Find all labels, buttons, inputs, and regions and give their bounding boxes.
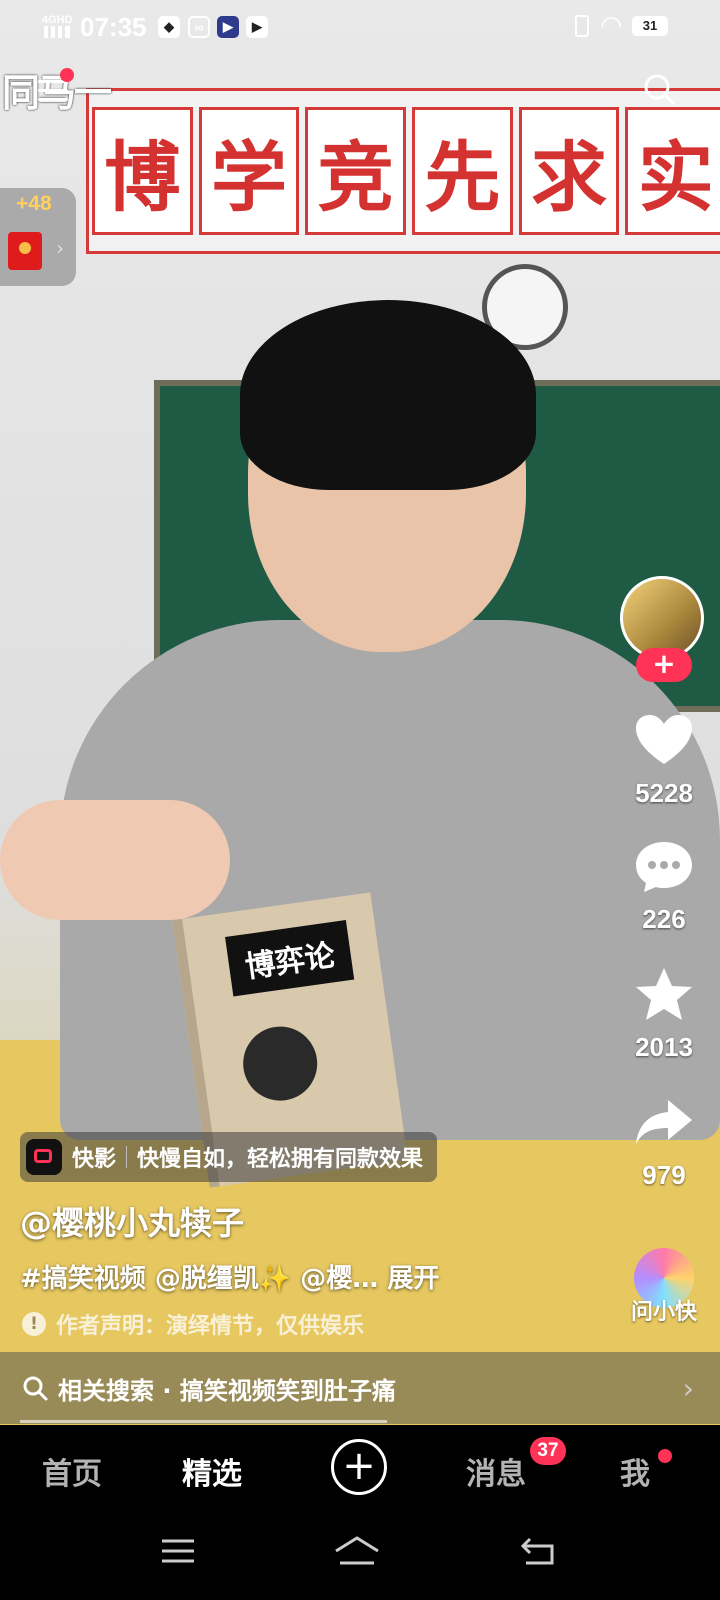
tab-messages[interactable]: 消息 xyxy=(466,1449,526,1493)
banner-char: 实 xyxy=(625,107,720,235)
recent-apps-icon[interactable] xyxy=(158,1533,198,1569)
banner-char: 先 xyxy=(412,107,513,235)
heart-icon xyxy=(636,715,692,764)
share-button[interactable]: 979 xyxy=(612,1094,716,1191)
assistant-label: 问小快 xyxy=(630,1300,697,1325)
wifi-icon: ◠ xyxy=(600,10,623,40)
author-name[interactable]: @樱桃小丸犊子 xyxy=(20,1198,244,1244)
menu-notification-dot xyxy=(60,68,74,82)
info-icon: ! xyxy=(22,1312,46,1336)
back-icon[interactable] xyxy=(518,1533,558,1569)
tab-me[interactable]: 我 xyxy=(620,1449,650,1493)
link-app-icon: ∞ xyxy=(188,16,210,38)
ai-assistant-button[interactable]: 问小快 xyxy=(614,1248,714,1326)
favorite-count: 2013 xyxy=(635,1032,693,1062)
comment-count: 226 xyxy=(642,904,686,934)
promo-app-name: 快影 xyxy=(72,1147,117,1172)
search-icon xyxy=(23,1376,48,1401)
play-app-icon: ▶ xyxy=(246,16,268,38)
me-notification-dot xyxy=(658,1449,672,1463)
post-caption[interactable]: #搞笑视频 @脱缰凯✨ @樱… 展开 xyxy=(20,1258,439,1295)
chevron-right-icon: › xyxy=(56,236,64,260)
signal-icon xyxy=(44,26,70,38)
banner-char: 学 xyxy=(198,107,300,235)
book-title: 博弈论 xyxy=(225,920,355,997)
classroom-banner: 博 学 竞 先 求 实 xyxy=(86,88,720,254)
like-button[interactable]: 5228 xyxy=(612,712,716,809)
comment-icon xyxy=(636,842,692,892)
related-search-text: 相关搜索 · 搞笑视频笑到肚子痛 xyxy=(58,1376,396,1405)
bottom-tab-bar: 首页 精选 + 消息 37 我 xyxy=(0,1425,720,1511)
related-search-bar[interactable]: 相关搜索 · 搞笑视频笑到肚子痛 › xyxy=(0,1352,720,1424)
red-packet-widget[interactable]: +48 › xyxy=(0,188,76,286)
book-cover-art xyxy=(238,1021,322,1106)
comment-button[interactable]: 226 xyxy=(612,838,716,935)
divider xyxy=(126,1146,128,1168)
vibrate-icon xyxy=(575,15,589,37)
tab-home[interactable]: 首页 xyxy=(42,1449,102,1493)
kuaiying-app-icon xyxy=(26,1139,62,1175)
status-bar: 4GHD 07:35 ◆ ∞ ▶ ▶ ◠ 31 xyxy=(0,0,720,56)
hand xyxy=(0,800,230,920)
follow-button[interactable]: + xyxy=(636,648,692,682)
like-count: 5228 xyxy=(635,778,693,808)
red-packet-bonus: +48 xyxy=(16,192,52,215)
system-nav-bar xyxy=(0,1511,720,1600)
battery-icon: 31 xyxy=(632,16,668,36)
red-envelope-icon xyxy=(8,232,42,270)
tab-featured[interactable]: 精选 xyxy=(182,1449,242,1493)
kuaiying-promo[interactable]: 快影 快慢自如，轻松拥有同款效果 xyxy=(20,1132,438,1182)
search-icon[interactable] xyxy=(642,72,676,106)
disclaimer-text: 作者声明：演绎情节，仅供娱乐 xyxy=(56,1314,365,1339)
share-arrow-icon xyxy=(636,1100,692,1144)
banner-char: 博 xyxy=(92,107,193,235)
video-app-icon: ▶ xyxy=(217,16,239,38)
create-button[interactable]: + xyxy=(331,1439,387,1495)
favorite-button[interactable]: 2013 xyxy=(612,966,716,1063)
banner-char: 求 xyxy=(518,107,620,235)
share-count: 979 xyxy=(642,1160,686,1190)
home-icon[interactable] xyxy=(332,1533,382,1569)
clock-time: 07:35 xyxy=(80,12,147,42)
person-hair xyxy=(240,300,536,490)
banner-char: 竞 xyxy=(305,107,407,235)
chevron-right-icon: › xyxy=(682,1372,694,1405)
promo-text: 快慢自如，轻松拥有同款效果 xyxy=(137,1147,424,1172)
star-icon xyxy=(636,968,692,1020)
messages-badge: 37 xyxy=(530,1437,566,1465)
game-app-icon: ◆ xyxy=(158,16,180,38)
playback-progress-bar[interactable] xyxy=(20,1420,387,1423)
author-disclaimer: ! 作者声明：演绎情节，仅供娱乐 xyxy=(22,1308,364,1340)
network-type: 4GHD xyxy=(42,14,73,26)
